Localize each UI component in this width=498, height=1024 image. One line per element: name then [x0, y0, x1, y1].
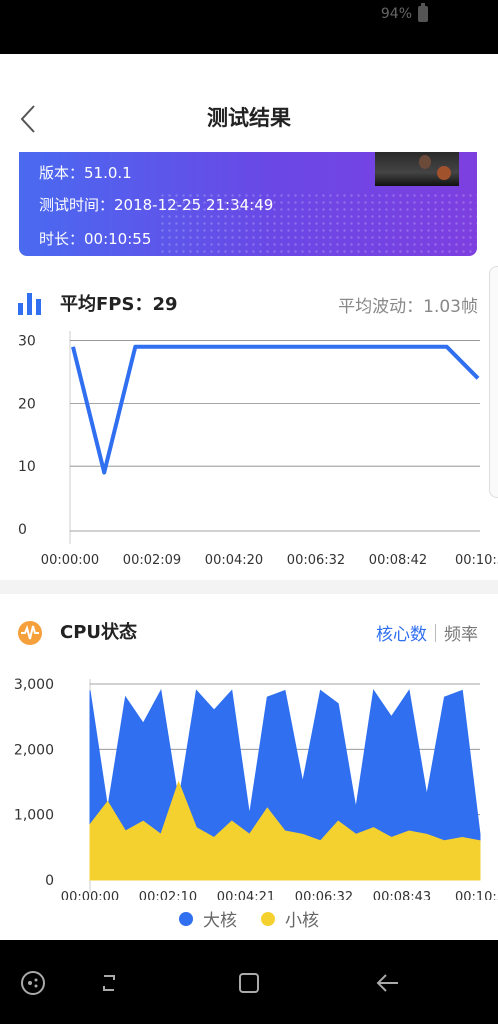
test-info-banner: 版本：51.0.1 测试时间：2018-12-25 21:34:49 时长：00… — [19, 152, 477, 256]
cpu-x-tick: 00:04:21 — [217, 890, 275, 900]
game-thumbnail — [375, 152, 459, 186]
bar-chart-icon — [18, 293, 41, 315]
fps-x-tick: 00:02:09 — [123, 553, 181, 568]
duration-text: 时长：00:10:55 — [39, 230, 152, 248]
legend-big-core[interactable]: 大核 — [179, 906, 237, 931]
fps-x-tick: 00:06:32 — [287, 553, 345, 568]
cpu-y-tick: 2,000 — [14, 742, 54, 758]
battery-level: 94% — [380, 6, 412, 22]
cpu-x-tick: 00:08:43 — [373, 890, 431, 900]
status-right: 94% — [380, 3, 428, 22]
cpu-x-tick: 00:10:5 — [455, 890, 498, 900]
cpu-y-tick: 1,000 — [14, 808, 54, 824]
basketball-icon — [437, 166, 451, 180]
fps-series-line — [71, 344, 480, 475]
fps-y-tick: 0 — [18, 522, 27, 538]
version-text: 版本：51.0.1 — [39, 164, 132, 182]
fps-title: 平均FPS：29 — [60, 294, 178, 315]
cpu-tabs: 核心数 频率 — [376, 620, 478, 645]
fps-x-tick: 00:10:5 — [455, 553, 498, 568]
tab-frequency[interactable]: 频率 — [444, 620, 478, 645]
game-tools-icon[interactable] — [16, 966, 50, 1000]
page-title: 测试结果 — [207, 106, 291, 130]
fps-chart: 0 10 20 30 00:00:00 00:02:09 00:04:20 00:06:32 0… — [18, 331, 498, 568]
small-core-dot — [261, 911, 275, 926]
fps-y-tick: 30 — [18, 334, 36, 350]
fps-y-tick: 10 — [18, 459, 36, 475]
cpu-title: CPU状态 — [60, 622, 138, 643]
cpu-y-tick: 3,000 — [14, 677, 54, 693]
fps-x-tick: 00:04:20 — [205, 553, 263, 568]
big-core-dot — [179, 911, 193, 926]
back-icon[interactable] — [370, 966, 404, 1000]
app-content: 测试结果 版本：51.0.1 测试时间：2018-12-25 21:34:49 … — [0, 54, 498, 940]
player-head — [419, 155, 431, 169]
legend-small-core[interactable]: 小核 — [261, 906, 319, 931]
cpu-y-tick: 0 — [45, 873, 54, 889]
battery-icon — [418, 3, 428, 22]
cpu-legend: 大核 小核 — [0, 906, 498, 931]
test-time-text: 测试时间：2018-12-25 21:34:49 — [39, 196, 274, 214]
legend-small-label: 小核 — [285, 911, 319, 931]
tab-separator — [435, 623, 436, 642]
cpu-x-tick: 00:00:00 — [61, 890, 119, 900]
home-icon[interactable] — [232, 966, 266, 1000]
status-bar: 94% — [0, 0, 498, 54]
fps-jitter: 平均波动：1.03帧 — [338, 297, 478, 317]
section-divider — [0, 580, 498, 594]
recent-apps-icon[interactable] — [92, 966, 126, 1000]
legend-big-label: 大核 — [203, 911, 237, 931]
cpu-pulse-icon — [18, 621, 42, 645]
cpu-chart: 0 1,000 2,000 3,000 00:00:00 00:02:10 00:04:21… — [14, 677, 498, 900]
cpu-x-tick: 00:02:10 — [139, 890, 197, 900]
fps-x-tick: 00:08:42 — [369, 553, 427, 568]
tab-cores[interactable]: 核心数 — [376, 620, 427, 645]
fps-x-tick: 00:00:00 — [41, 553, 99, 568]
navigation-bar — [0, 940, 498, 1024]
fps-y-tick: 20 — [18, 396, 36, 412]
cpu-x-tick: 00:06:32 — [295, 890, 353, 900]
header: 测试结果 — [0, 54, 498, 154]
